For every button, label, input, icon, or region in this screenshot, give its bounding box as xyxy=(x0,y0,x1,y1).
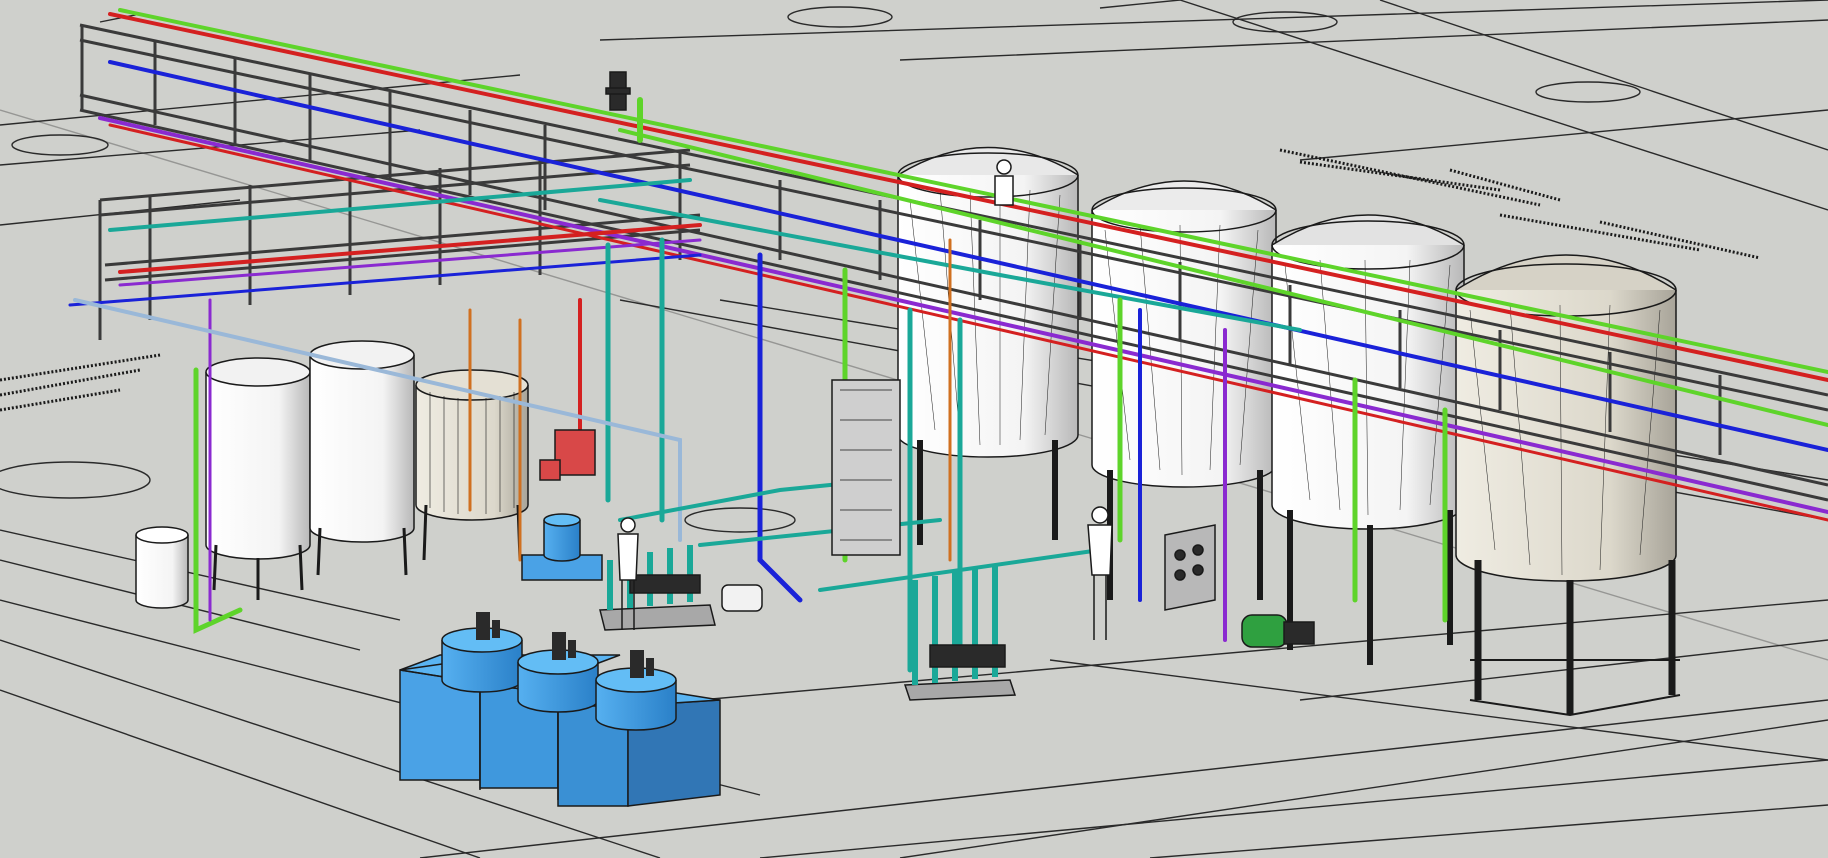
vent-stack xyxy=(605,71,631,111)
small-white-tank xyxy=(135,526,189,609)
pump-small-white xyxy=(721,584,763,612)
white-storage-tank-1 xyxy=(205,357,311,600)
person-icon xyxy=(1087,506,1113,640)
control-panel xyxy=(1164,524,1216,611)
pump xyxy=(1241,614,1315,648)
person-icon xyxy=(994,159,1014,206)
pipe-red-left xyxy=(118,223,702,274)
beige-storage-tank xyxy=(415,369,529,561)
blue-skid-tank xyxy=(521,513,603,581)
plant-3d-model xyxy=(0,0,1828,858)
heat-exchanger xyxy=(831,379,901,556)
dosing-tank-skid xyxy=(399,612,721,807)
valve-cluster-left xyxy=(539,429,596,481)
valve-manifold-left xyxy=(599,545,716,631)
